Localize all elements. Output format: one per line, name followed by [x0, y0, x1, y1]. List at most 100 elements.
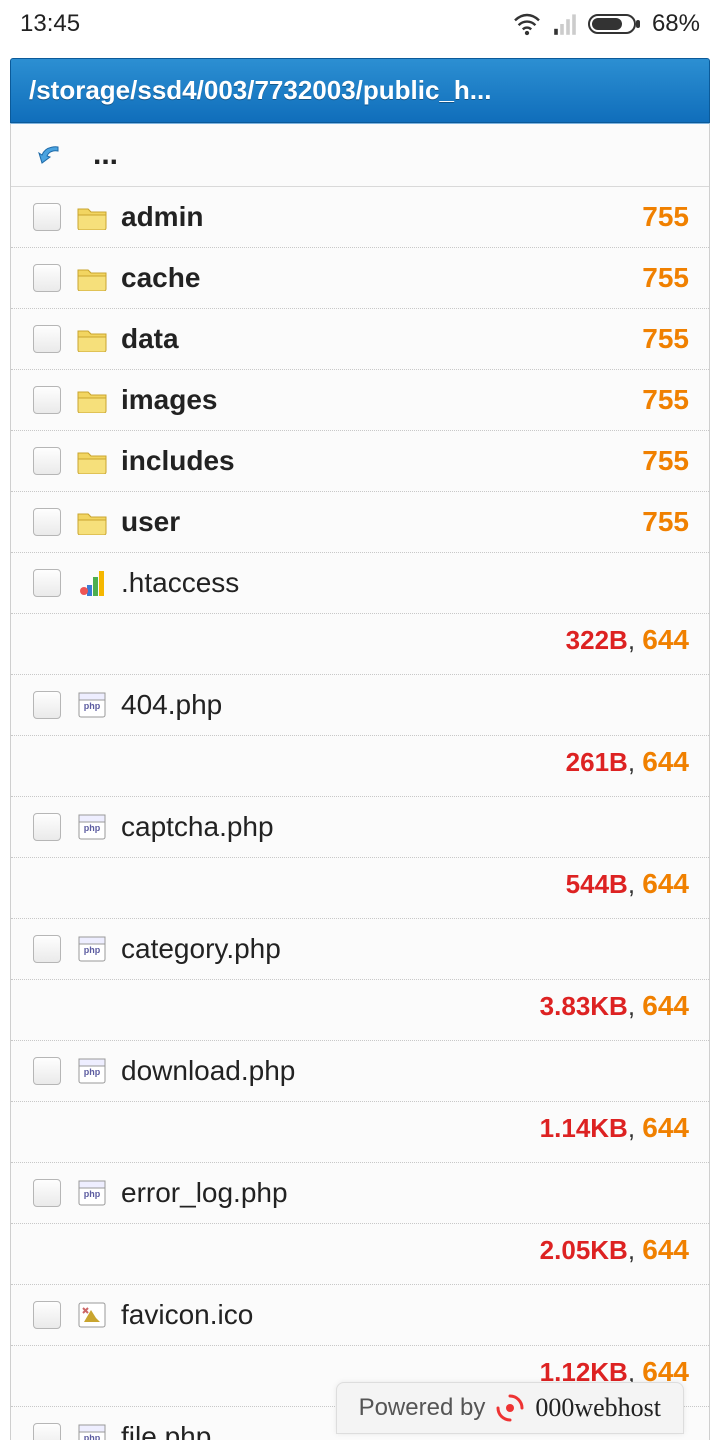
- file-size: 1.14KB: [540, 1113, 628, 1144]
- file-name: captcha.php: [121, 811, 274, 843]
- wifi-icon: [512, 12, 542, 36]
- row-checkbox[interactable]: [33, 813, 61, 841]
- folder-icon: [75, 265, 109, 291]
- folder-name: includes: [121, 445, 235, 477]
- php-icon: php: [75, 814, 109, 840]
- file-row[interactable]: php 404.php: [11, 675, 709, 736]
- file-name: error_log.php: [121, 1177, 288, 1209]
- file-detail-row: 544B, 644: [11, 858, 709, 919]
- file-size: 322B: [566, 625, 628, 656]
- path-bar[interactable]: /storage/ssd4/003/7732003/public_h...: [10, 58, 710, 123]
- row-checkbox[interactable]: [33, 1301, 61, 1329]
- folder-row[interactable]: admin 755: [11, 187, 709, 248]
- permissions: 644: [642, 746, 689, 778]
- permissions: 644: [642, 868, 689, 900]
- folder-icon: [75, 204, 109, 230]
- file-name: download.php: [121, 1055, 295, 1087]
- svg-text:php: php: [84, 823, 101, 833]
- permissions: 755: [642, 201, 689, 233]
- row-checkbox[interactable]: [33, 1423, 61, 1440]
- file-row[interactable]: .htaccess: [11, 553, 709, 614]
- battery-pct: 68%: [652, 10, 700, 38]
- folder-icon: [75, 326, 109, 352]
- battery-icon: [588, 12, 642, 36]
- permissions: 755: [642, 445, 689, 477]
- svg-text:php: php: [84, 945, 101, 955]
- up-directory-label: ...: [93, 138, 118, 172]
- folder-row[interactable]: data 755: [11, 309, 709, 370]
- status-bar: 13:45 68%: [0, 0, 720, 48]
- permissions: 755: [642, 262, 689, 294]
- file-name: file.php: [121, 1421, 211, 1440]
- permissions: 644: [642, 624, 689, 656]
- folder-row[interactable]: user 755: [11, 492, 709, 553]
- row-checkbox[interactable]: [33, 569, 61, 597]
- folder-icon: [75, 448, 109, 474]
- php-icon: php: [75, 692, 109, 718]
- file-row[interactable]: php category.php: [11, 919, 709, 980]
- file-name: category.php: [121, 933, 281, 965]
- row-checkbox[interactable]: [33, 325, 61, 353]
- webhost-logo-icon: [495, 1393, 525, 1423]
- folder-name: cache: [121, 262, 200, 294]
- clock: 13:45: [20, 10, 80, 38]
- up-directory-row[interactable]: ...: [11, 124, 709, 187]
- file-detail-row: 261B, 644: [11, 736, 709, 797]
- row-checkbox[interactable]: [33, 447, 61, 475]
- file-detail-row: 1.14KB, 644: [11, 1102, 709, 1163]
- permissions: 644: [642, 990, 689, 1022]
- row-checkbox[interactable]: [33, 508, 61, 536]
- back-arrow-icon: [33, 143, 67, 167]
- php-icon: php: [75, 1424, 109, 1440]
- htaccess-icon: [75, 569, 109, 597]
- folder-icon: [75, 387, 109, 413]
- folder-name: user: [121, 506, 180, 538]
- file-list-panel: ... admin755 cache755 data755 images755 …: [10, 123, 710, 1440]
- file-row[interactable]: php captcha.php: [11, 797, 709, 858]
- row-checkbox[interactable]: [33, 691, 61, 719]
- svg-text:php: php: [84, 1067, 101, 1077]
- svg-text:php: php: [84, 1189, 101, 1199]
- webhost-name: 000webhost: [535, 1393, 661, 1423]
- row-checkbox[interactable]: [33, 1057, 61, 1085]
- svg-text:php: php: [84, 701, 101, 711]
- permissions: 755: [642, 384, 689, 416]
- row-checkbox[interactable]: [33, 203, 61, 231]
- row-checkbox[interactable]: [33, 264, 61, 292]
- ico-icon: [75, 1302, 109, 1328]
- powered-by-label: Powered by: [359, 1394, 486, 1422]
- powered-by-badge[interactable]: Powered by 000webhost: [336, 1382, 684, 1434]
- file-name: .htaccess: [121, 567, 239, 599]
- file-name: favicon.ico: [121, 1299, 253, 1331]
- file-detail-row: 322B, 644: [11, 614, 709, 675]
- folder-name: data: [121, 323, 179, 355]
- folder-row[interactable]: cache 755: [11, 248, 709, 309]
- folder-name: images: [121, 384, 218, 416]
- file-size: 2.05KB: [540, 1235, 628, 1266]
- file-row[interactable]: php download.php: [11, 1041, 709, 1102]
- folder-row[interactable]: images 755: [11, 370, 709, 431]
- file-name: 404.php: [121, 689, 222, 721]
- file-row[interactable]: php error_log.php: [11, 1163, 709, 1224]
- php-icon: php: [75, 1058, 109, 1084]
- php-icon: php: [75, 1180, 109, 1206]
- file-detail-row: 2.05KB, 644: [11, 1224, 709, 1285]
- file-size: 261B: [566, 747, 628, 778]
- php-icon: php: [75, 936, 109, 962]
- permissions: 755: [642, 506, 689, 538]
- permissions: 644: [642, 1234, 689, 1266]
- row-checkbox[interactable]: [33, 1179, 61, 1207]
- permissions: 755: [642, 323, 689, 355]
- folder-icon: [75, 509, 109, 535]
- folder-row[interactable]: includes 755: [11, 431, 709, 492]
- row-checkbox[interactable]: [33, 935, 61, 963]
- permissions: 644: [642, 1112, 689, 1144]
- file-detail-row: 3.83KB, 644: [11, 980, 709, 1041]
- svg-text:php: php: [84, 1433, 101, 1440]
- file-size: 3.83KB: [540, 991, 628, 1022]
- file-row[interactable]: favicon.ico: [11, 1285, 709, 1346]
- signal-icon: [552, 12, 578, 36]
- row-checkbox[interactable]: [33, 386, 61, 414]
- folder-name: admin: [121, 201, 203, 233]
- file-size: 544B: [566, 869, 628, 900]
